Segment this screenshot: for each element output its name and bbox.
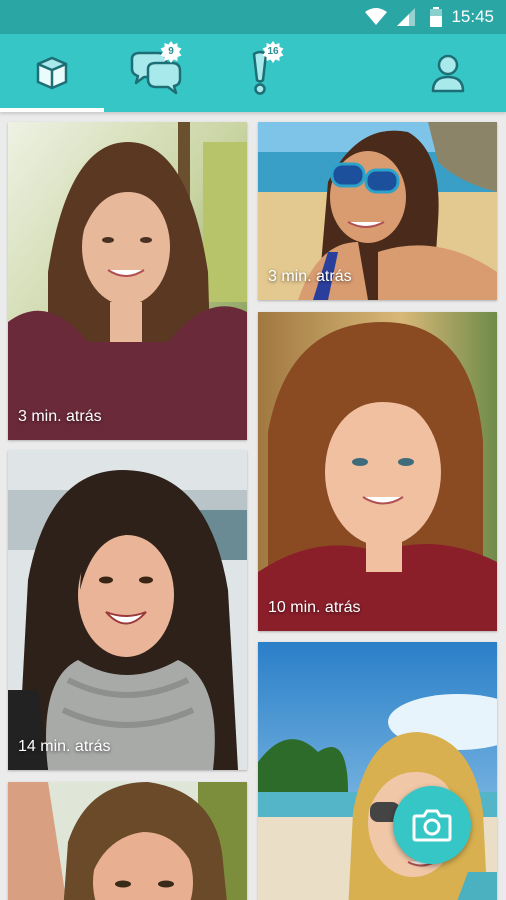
photo-timestamp: 3 min. atrás xyxy=(18,408,102,425)
photo-timestamp: 14 min. atrás xyxy=(18,738,111,755)
photo-timestamp: 10 min. atrás xyxy=(268,599,361,616)
photo-card[interactable] xyxy=(8,782,247,900)
tab-messages[interactable]: 9 xyxy=(104,34,208,112)
camera-icon xyxy=(412,809,452,842)
wifi-icon xyxy=(365,8,387,25)
photo-image xyxy=(8,782,247,900)
photo-image xyxy=(8,450,247,770)
photo-card[interactable]: 10 min. atrás xyxy=(258,312,497,631)
cube-icon xyxy=(36,56,68,90)
camera-button[interactable] xyxy=(393,786,471,864)
photo-card[interactable]: 3 min. atrás xyxy=(258,122,497,300)
battery-icon xyxy=(430,7,442,27)
status-bar: 15:45 xyxy=(0,0,506,34)
photo-image xyxy=(258,642,497,900)
photo-card[interactable] xyxy=(258,642,497,900)
photo-image xyxy=(258,312,497,631)
photo-card[interactable]: 3 min. atrás xyxy=(8,122,247,440)
photo-grid: 3 min. atrás 3 min. atrás 10 min. atrás … xyxy=(0,112,506,900)
cellular-signal-icon xyxy=(397,8,415,26)
messages-badge: 9 xyxy=(160,41,182,63)
photo-timestamp: 3 min. atrás xyxy=(268,268,352,285)
tab-notifications[interactable]: 16 xyxy=(208,34,312,112)
tab-feed[interactable] xyxy=(0,34,104,112)
tab-profile[interactable] xyxy=(396,34,500,112)
tab-bar: 9 16 xyxy=(0,34,506,112)
photo-image xyxy=(8,122,247,440)
person-icon xyxy=(431,54,465,93)
notifications-badge-count: 16 xyxy=(267,46,279,57)
notifications-badge: 16 xyxy=(262,41,284,63)
messages-badge-count: 9 xyxy=(168,46,174,57)
status-time: 15:45 xyxy=(451,7,494,26)
photo-card[interactable]: 14 min. atrás xyxy=(8,450,247,770)
